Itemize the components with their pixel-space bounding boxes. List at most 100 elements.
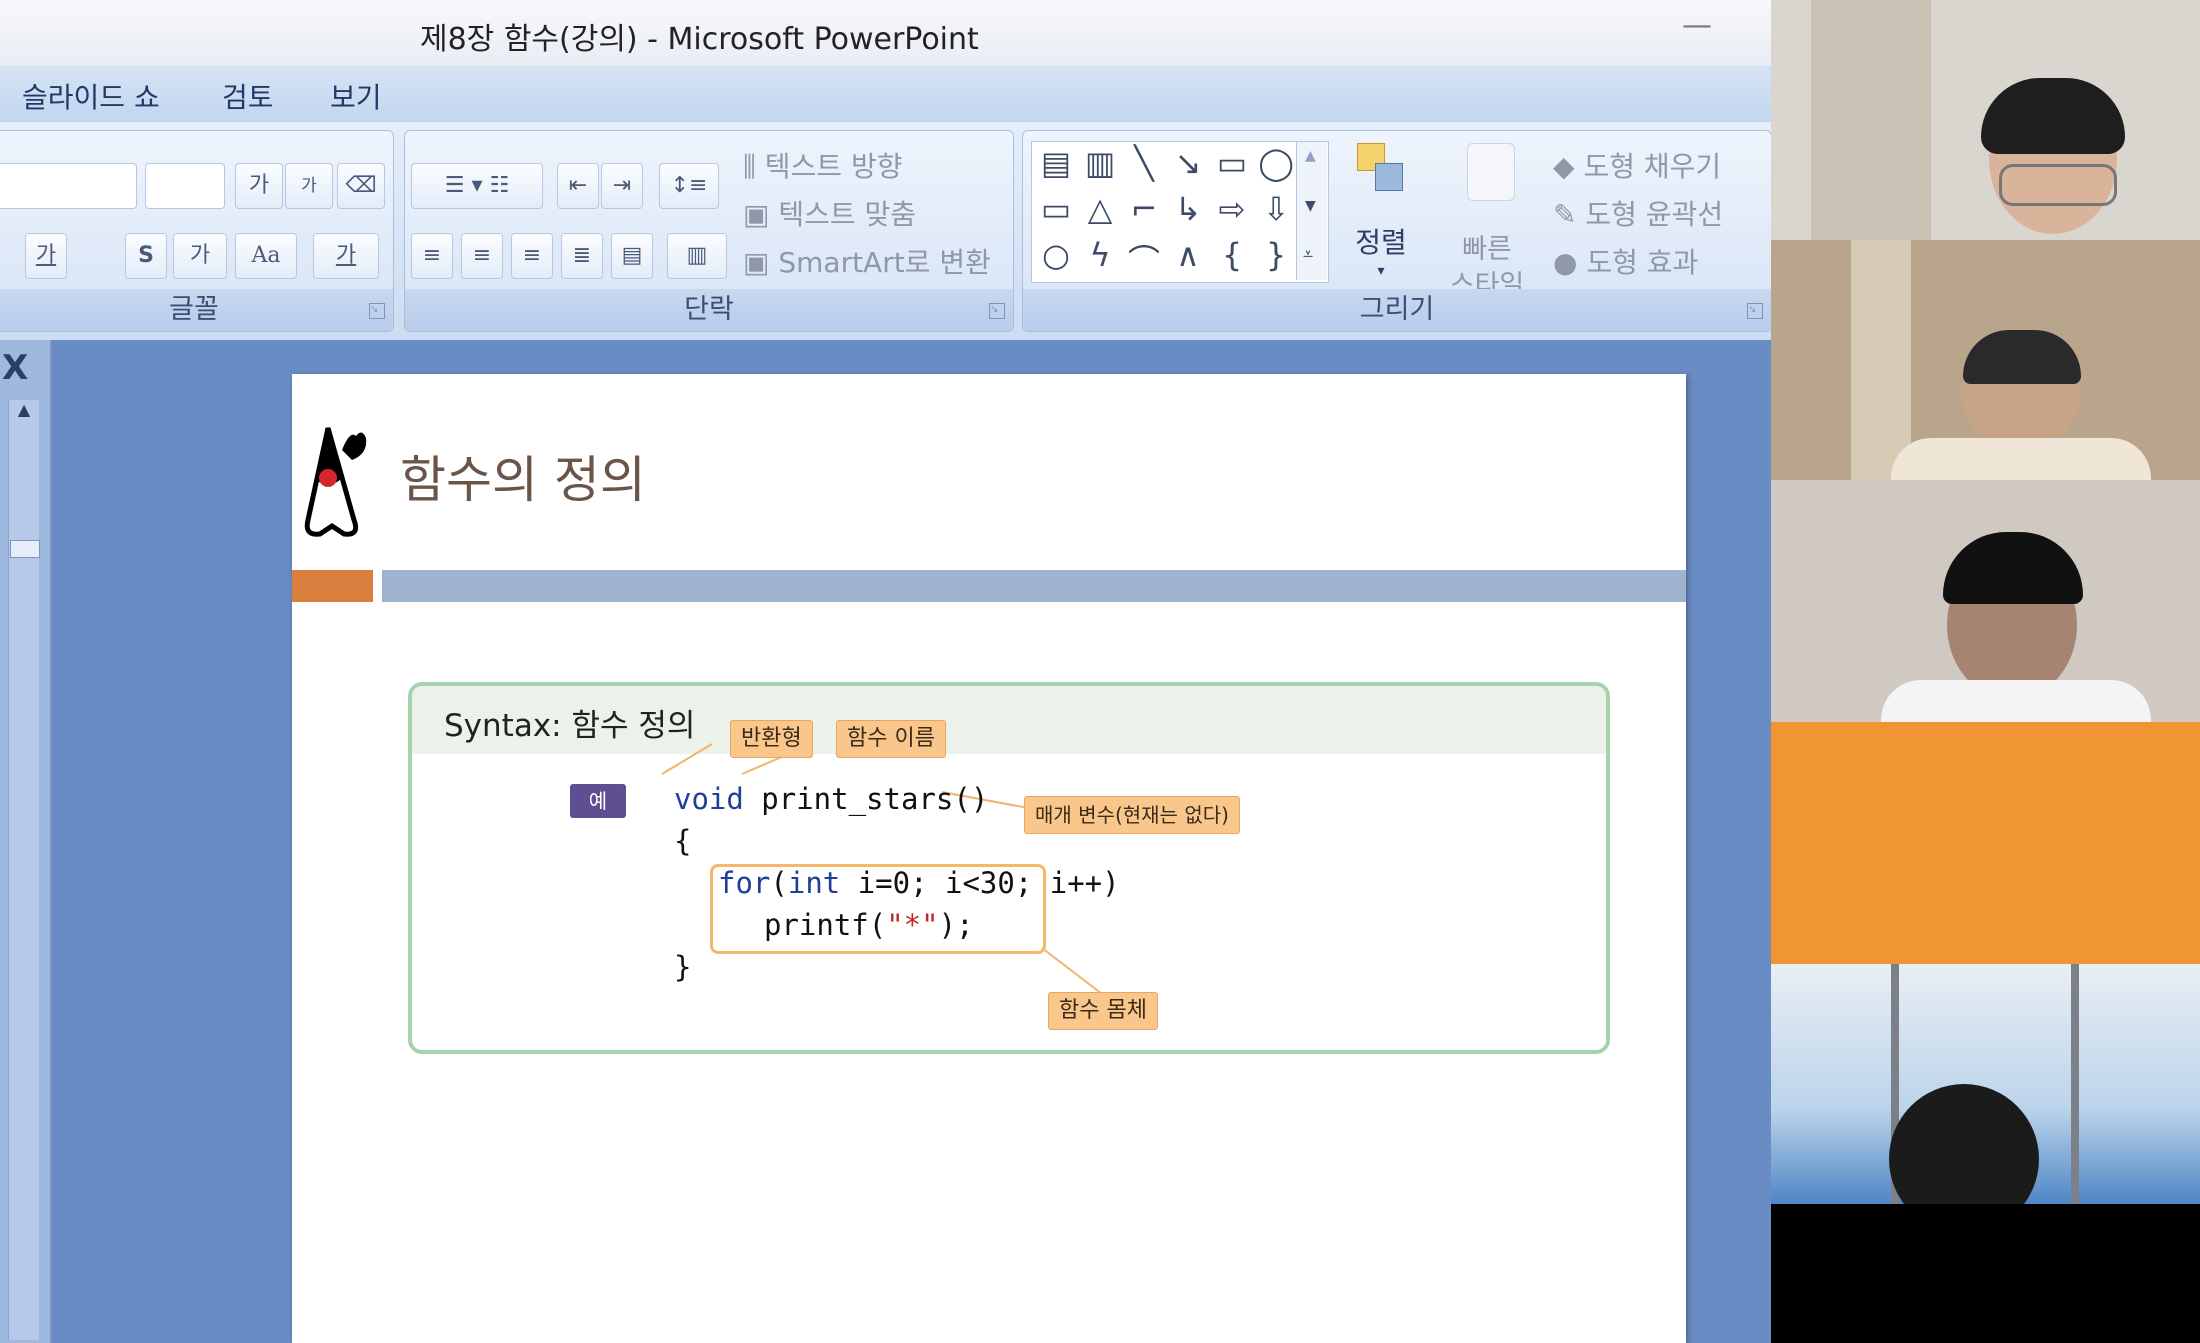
code-open-brace: { — [674, 824, 692, 858]
tab-view[interactable]: 보기 — [330, 76, 382, 116]
quick-styles-icon — [1467, 143, 1515, 201]
rounded-rect-shape-icon[interactable]: ▭ — [1036, 190, 1076, 228]
font-color-button[interactable]: 가 — [313, 233, 379, 279]
scroll-up-icon[interactable]: ▲ — [9, 400, 39, 430]
down-arrow-shape-icon[interactable]: ⇩ — [1256, 190, 1296, 228]
right-arrow-shape-icon[interactable]: ⇨ — [1212, 190, 1252, 228]
accent-bar-orange — [292, 570, 373, 602]
slide[interactable]: 함수의 정의 Syntax: 함수 정의 반환형 함수 이름 매개 변수(현재는… — [292, 374, 1686, 1343]
callout-return-type: 반환형 — [730, 720, 813, 758]
glasses-icon — [1999, 164, 2117, 206]
rectangle-shape-icon[interactable]: ▭ — [1212, 144, 1252, 182]
lightning-shape-icon[interactable]: ϟ — [1080, 236, 1120, 274]
paragraph-group-label: 단락 — [405, 289, 1013, 331]
elbow-connector-icon[interactable]: ⌐ — [1124, 190, 1164, 228]
minimize-button[interactable]: — — [1682, 8, 1716, 52]
participant-3-video[interactable] — [1771, 480, 2200, 722]
shrink-font-button[interactable]: 가 — [285, 163, 333, 209]
participant-cap — [1963, 330, 2081, 384]
tab-slideshow[interactable]: 슬라이드 쇼 — [22, 76, 160, 116]
triangle-shape-icon[interactable]: △ — [1080, 190, 1120, 228]
justify-icon[interactable]: ≣ — [561, 233, 603, 279]
arc-shape-icon[interactable]: ⌒ — [1124, 236, 1164, 282]
change-case-button[interactable]: Aa — [235, 233, 297, 279]
code-close-brace: } — [674, 950, 692, 984]
vertical-textbox-shape-icon[interactable]: ▥ — [1080, 144, 1120, 182]
drawing-group: ▤ ▥ ╲ ↘ ▭ ◯ ▭ △ ⌐ ↳ ⇨ ⇩ ○ ϟ ⌒ ∧ { } ▲ ▼ … — [1022, 130, 1771, 332]
align-text-button[interactable]: ▣ 텍스트 맞춤 — [743, 193, 916, 233]
align-center-icon[interactable]: ≡ — [461, 233, 503, 279]
clear-format-icon[interactable]: ⌫ — [337, 163, 385, 209]
font-dialog-launcher-icon[interactable]: ↘ — [369, 303, 385, 319]
left-brace-shape-icon[interactable]: { — [1212, 236, 1252, 274]
ribbon: 가 가 ⌫ 가 S 가 Aa 가 글꼴 ↘ ☰ ▾ ☷ ⇤ ⇥ ↕≡ ≡ ≡ ≡… — [0, 122, 1771, 340]
powerpoint-window: 제8장 함수(강의) - Microsoft PowerPoint — 슬라이드… — [0, 0, 1771, 1343]
participant-5-video[interactable] — [1771, 964, 2200, 1204]
code-signature: void print_stars() — [674, 782, 989, 816]
align-text-icon: ▣ — [743, 198, 779, 231]
empty-video-area — [1966, 1204, 2200, 1343]
gallery-more-icon[interactable]: ⩡ — [1303, 244, 1313, 265]
window-title: 제8장 함수(강의) - Microsoft PowerPoint — [420, 22, 979, 57]
pencil-icon: ✎ — [1553, 198, 1586, 231]
duke-mascot-icon — [304, 427, 367, 537]
participant-1-video[interactable] — [1771, 0, 2200, 240]
callout-function-body: 함수 몸체 — [1048, 992, 1158, 1030]
quick-styles-button[interactable]: 빠른 스타일 — [1431, 143, 1543, 313]
elbow-arrow-icon[interactable]: ↳ — [1168, 190, 1208, 228]
participant-4-video[interactable] — [1771, 722, 2200, 964]
right-brace-shape-icon[interactable]: } — [1256, 236, 1296, 274]
slides-pane: X ▲ — [0, 340, 52, 1343]
gallery-scroll[interactable]: ▲ ▼ ⩡ — [1296, 142, 1327, 280]
callout-function-name: 함수 이름 — [836, 720, 946, 758]
syntax-box: Syntax: 함수 정의 반환형 함수 이름 매개 변수(현재는 없다) 함수… — [408, 682, 1610, 1054]
smartart-button[interactable]: ▣ SmartArt로 변환 — [743, 241, 991, 281]
columns-icon[interactable]: ▥ — [667, 233, 727, 279]
align-left-icon[interactable]: ≡ — [411, 233, 453, 279]
text-direction-icon: ⫼ — [743, 150, 765, 183]
smartart-icon: ▣ — [743, 246, 779, 279]
decrease-indent-icon[interactable]: ⇤ — [557, 163, 599, 209]
gallery-down-icon[interactable]: ▼ — [1305, 198, 1316, 214]
align-right-icon[interactable]: ≡ — [511, 233, 553, 279]
code-for-line: for(int i=0; i<30; i++) — [718, 866, 1120, 900]
scroll-thumb[interactable] — [10, 540, 40, 558]
arrow-shape-icon[interactable]: ↘ — [1168, 144, 1208, 182]
title-bar: 제8장 함수(강의) - Microsoft PowerPoint — — [0, 0, 1771, 66]
distribute-icon[interactable]: ▤ — [611, 233, 653, 279]
scrollbar[interactable]: ▲ — [8, 400, 40, 1340]
line-shape-icon[interactable]: ╲ — [1124, 144, 1164, 182]
shapes-gallery[interactable]: ▤ ▥ ╲ ↘ ▭ ◯ ▭ △ ⌐ ↳ ⇨ ⇩ ○ ϟ ⌒ ∧ { } ▲ ▼ … — [1031, 141, 1329, 283]
shape-fill-button[interactable]: ◆ 도형 채우기 — [1553, 145, 1721, 185]
callout-parameters: 매개 변수(현재는 없다) — [1024, 796, 1240, 834]
oval-shape-icon[interactable]: ◯ — [1256, 144, 1296, 182]
textbox-shape-icon[interactable]: ▤ — [1036, 144, 1076, 182]
paint-bucket-icon: ◆ — [1553, 150, 1584, 183]
bullets-button[interactable]: ☰ ▾ ☷ — [411, 163, 543, 209]
text-direction-button[interactable]: ⫼ 텍스트 방향 — [743, 145, 902, 185]
participant-2-video[interactable] — [1771, 240, 2200, 480]
increase-indent-icon[interactable]: ⇥ — [601, 163, 643, 209]
font-group-label: 글꼴 — [0, 289, 393, 331]
line-spacing-icon[interactable]: ↕≡ — [659, 163, 719, 209]
underline-button[interactable]: 가 — [25, 233, 67, 279]
shape-outline-button[interactable]: ✎ 도형 윤곽선 — [1553, 193, 1723, 233]
drawing-dialog-launcher-icon[interactable]: ↘ — [1747, 303, 1763, 319]
effects-icon: ● — [1553, 246, 1587, 279]
paragraph-group: ☰ ▾ ☷ ⇤ ⇥ ↕≡ ≡ ≡ ≡ ≣ ▤ ▥ ⫼ 텍스트 방향 ▣ 텍스트 … — [404, 130, 1014, 332]
arrange-button[interactable]: 정렬 ▾ — [1339, 143, 1423, 293]
shape-effects-button[interactable]: ● 도형 효과 — [1553, 241, 1698, 281]
paragraph-dialog-launcher-icon[interactable]: ↘ — [989, 303, 1005, 319]
font-size-select[interactable] — [145, 163, 225, 209]
tab-review[interactable]: 검토 — [222, 76, 274, 116]
freeform-shape-icon[interactable]: ○ — [1036, 236, 1076, 274]
curve-shape-icon[interactable]: ∧ — [1168, 236, 1208, 274]
slide-title: 함수의 정의 — [400, 451, 646, 509]
participant-hair — [1981, 78, 2125, 154]
shadow-button[interactable]: S — [125, 233, 167, 279]
char-spacing-button[interactable]: 가 — [173, 233, 227, 279]
close-icon[interactable]: X — [2, 348, 28, 388]
gallery-up-icon[interactable]: ▲ — [1305, 148, 1316, 164]
font-name-select[interactable] — [0, 163, 137, 209]
grow-font-button[interactable]: 가 — [235, 163, 283, 209]
